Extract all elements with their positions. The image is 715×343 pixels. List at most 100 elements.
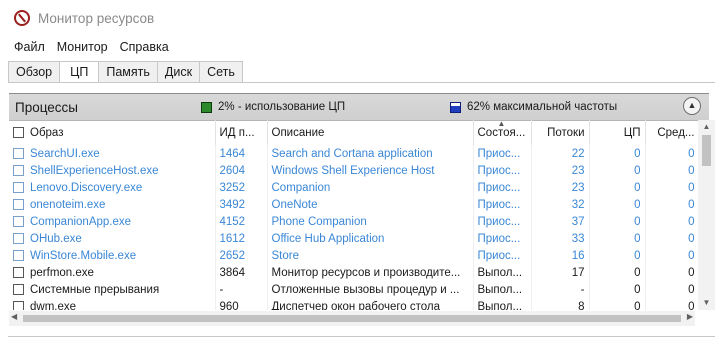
column-header-image[interactable]: Образ: [9, 120, 216, 145]
cell-average-cpu: 0: [645, 179, 700, 196]
column-header-pid[interactable]: ИД п...: [215, 120, 268, 145]
cell-average-cpu: 0: [645, 247, 700, 264]
cell-description: Диспетчер окон рабочего стола: [267, 298, 474, 310]
cell-pid: 960: [215, 298, 268, 310]
table-row[interactable]: ShellExperienceHost.exe 2604 Windows Shell…: [9, 162, 700, 179]
row-checkbox[interactable]: [13, 232, 24, 244]
cell-description: OneNote: [267, 196, 474, 213]
scroll-down-icon[interactable]: ▼: [698, 296, 715, 310]
tab-overview[interactable]: Обзор: [8, 61, 61, 82]
scroll-left-icon[interactable]: ◀: [11, 312, 17, 321]
cell-average-cpu: 0: [645, 298, 700, 310]
column-header-threads[interactable]: Потоки: [531, 120, 590, 145]
cell-cpu: 0: [589, 213, 646, 230]
cell-cpu: 0: [589, 162, 646, 179]
tab-cpu[interactable]: ЦП: [59, 61, 100, 83]
menu-monitor[interactable]: Монитор: [51, 40, 114, 54]
row-checkbox[interactable]: [13, 300, 24, 310]
cell-threads: 22: [531, 145, 590, 162]
row-checkbox[interactable]: [13, 198, 24, 210]
tab-disk[interactable]: Диск: [156, 61, 201, 82]
cell-description: Отложенные вызовы процедур и ...: [267, 281, 474, 298]
menu-help[interactable]: Справка: [114, 40, 175, 54]
table-row[interactable]: perfmon.exe 3864 Монитор ресурсов и произв…: [9, 264, 700, 281]
table-row[interactable]: SearchUI.exe 1464 Search and Cortana appli…: [9, 145, 700, 162]
cell-threads: 37: [531, 213, 590, 230]
column-header-description[interactable]: Описание: [267, 120, 474, 145]
table-row[interactable]: WinStore.Mobile.exe 2652 Store Приос... 16 0 0: [9, 247, 700, 264]
cell-image: Системные прерывания: [9, 281, 216, 298]
column-header-cpu[interactable]: ЦП: [589, 120, 646, 145]
cell-cpu: 0: [589, 281, 646, 298]
select-all-checkbox[interactable]: [13, 126, 24, 138]
cell-pid: 2652: [215, 247, 268, 264]
cell-status: Приос...: [473, 179, 532, 196]
cell-image: CompanionApp.exe: [9, 213, 216, 230]
processes-section-header[interactable]: Процессы 2% - использование ЦП 62% макси…: [9, 93, 709, 121]
table-row[interactable]: Lenovo.Discovery.exe 3252 Companion Приос..…: [9, 179, 700, 196]
row-checkbox[interactable]: [13, 147, 24, 159]
table-row[interactable]: onenoteim.exe 3492 OneNote Приос... 32 0 0: [9, 196, 700, 213]
cell-threads: 32: [531, 196, 590, 213]
max-frequency-indicator-icon: [450, 101, 461, 113]
scroll-up-icon[interactable]: ▲: [698, 120, 715, 134]
cell-threads: 17: [531, 264, 590, 281]
cell-status: Выпол...: [473, 298, 532, 310]
tab-network[interactable]: Сеть: [199, 61, 243, 82]
vertical-scroll-thumb[interactable]: [702, 135, 711, 166]
collapse-chevron-up-icon[interactable]: ▲: [683, 97, 701, 115]
cell-image: perfmon.exe: [9, 264, 216, 281]
cell-description: Companion: [267, 179, 474, 196]
cell-description: Phone Companion: [267, 213, 474, 230]
cell-average-cpu: 0: [645, 264, 700, 281]
column-header-average-cpu[interactable]: Сред...: [645, 120, 700, 145]
title-bar: Монитор ресурсов: [0, 0, 715, 36]
tab-memory[interactable]: Память: [98, 61, 158, 82]
cell-threads: 33: [531, 230, 590, 247]
cell-image: WinStore.Mobile.exe: [9, 247, 216, 264]
table-row[interactable]: OHub.exe 1612 Office Hub Application Приос.…: [9, 230, 700, 247]
processes-table-container: Образ ИД п... Описание ▲ Состоя... Потоки…: [9, 120, 709, 310]
table-row[interactable]: dwm.exe 960 Диспетчер окон рабочего стола В…: [9, 298, 700, 310]
cell-cpu: 0: [589, 179, 646, 196]
cell-image: Lenovo.Discovery.exe: [9, 179, 216, 196]
table-header-row: Образ ИД п... Описание ▲ Состоя... Потоки…: [9, 120, 700, 145]
row-checkbox[interactable]: [13, 283, 24, 295]
row-checkbox[interactable]: [13, 266, 24, 278]
scroll-right-icon[interactable]: ▶: [687, 312, 693, 321]
cell-cpu: 0: [589, 247, 646, 264]
horizontal-scrollbar[interactable]: ◀ ▶: [9, 311, 695, 326]
cell-pid: 3864: [215, 264, 268, 281]
row-checkbox[interactable]: [13, 181, 24, 193]
horizontal-scroll-thumb[interactable]: [23, 315, 681, 322]
cell-average-cpu: 0: [645, 230, 700, 247]
cell-status: Выпол...: [473, 264, 532, 281]
cell-status: Приос...: [473, 247, 532, 264]
row-checkbox[interactable]: [13, 215, 24, 227]
cell-description: Windows Shell Experience Host: [267, 162, 474, 179]
cell-image: ShellExperienceHost.exe: [9, 162, 216, 179]
vertical-scrollbar[interactable]: ▲ ▼: [698, 120, 715, 310]
row-checkbox[interactable]: [13, 249, 24, 261]
column-header-status[interactable]: ▲ Состоя...: [473, 120, 532, 145]
cell-status: Приос...: [473, 213, 532, 230]
cell-threads: 8: [531, 298, 590, 310]
row-checkbox[interactable]: [13, 164, 24, 176]
cell-threads: 23: [531, 179, 590, 196]
max-frequency-text: 62% максимальной частоты: [467, 101, 618, 113]
resource-monitor-icon: [14, 10, 30, 26]
window-title: Монитор ресурсов: [38, 10, 155, 26]
cell-cpu: 0: [589, 145, 646, 162]
cell-threads: 16: [531, 247, 590, 264]
cell-pid: 3492: [215, 196, 268, 213]
cell-description: Office Hub Application: [267, 230, 474, 247]
cpu-usage-indicator-icon: [201, 101, 212, 113]
cell-image: onenoteim.exe: [9, 196, 216, 213]
table-row[interactable]: CompanionApp.exe 4152 Phone Companion Приос…: [9, 213, 700, 230]
menu-file[interactable]: Файл: [8, 40, 51, 54]
menu-bar: Файл Монитор Справка: [0, 36, 715, 58]
cell-pid: -: [215, 281, 268, 298]
cell-average-cpu: 0: [645, 213, 700, 230]
tab-strip: Обзор ЦП Память Диск Сеть: [8, 61, 243, 83]
table-row[interactable]: Системные прерывания - Отложенные вызовы п…: [9, 281, 700, 298]
